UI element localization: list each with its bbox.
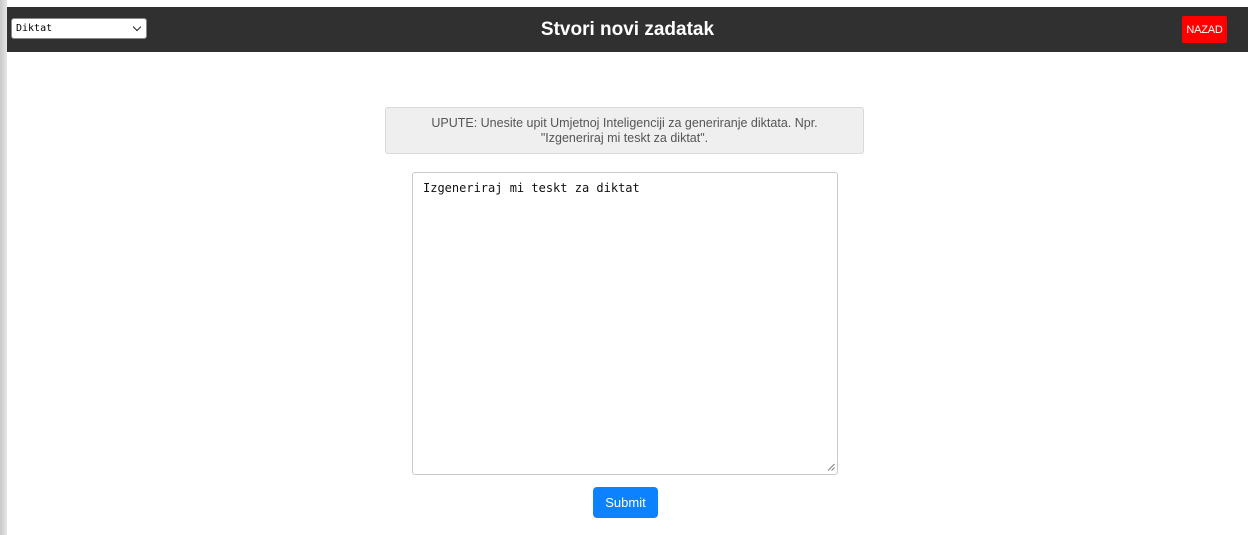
prompt-textarea[interactable]: Izgeneriraj mi teskt za diktat <box>412 172 838 475</box>
app-window: Diktat Stvori novi zadatak NAZAD UPUTE: … <box>0 0 1248 535</box>
top-bar: Diktat Stvori novi zadatak NAZAD <box>7 7 1248 52</box>
window-frame-edge <box>0 0 7 535</box>
back-button[interactable]: NAZAD <box>1182 16 1227 43</box>
resize-handle-icon[interactable] <box>827 463 835 471</box>
instructions-box: UPUTE: Unesite upit Umjetnoj Inteligenci… <box>385 107 864 154</box>
submit-button[interactable]: Submit <box>593 487 658 518</box>
page-title: Stvori novi zadatak <box>540 19 715 40</box>
